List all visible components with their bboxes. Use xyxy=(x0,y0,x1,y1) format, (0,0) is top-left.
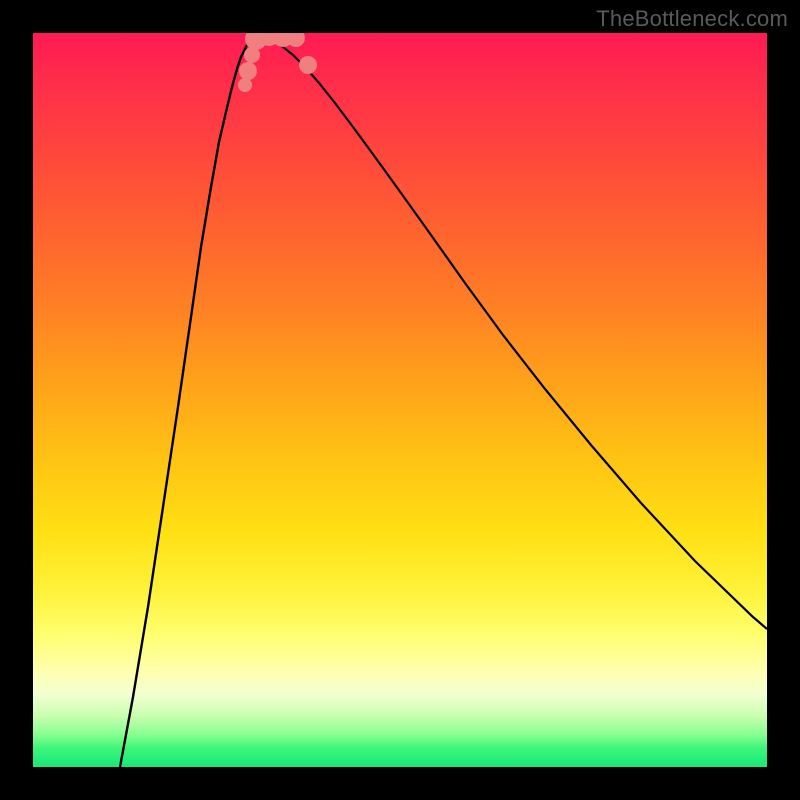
marker-dot xyxy=(238,78,252,92)
marker-dot xyxy=(299,56,317,74)
chart-frame: TheBottleneck.com xyxy=(0,0,800,800)
marker-group xyxy=(238,33,317,92)
left-branch-curve xyxy=(120,35,257,767)
curve-layer xyxy=(33,33,767,767)
right-branch-curve xyxy=(257,35,767,629)
watermark-text: TheBottleneck.com xyxy=(596,6,788,32)
plot-area xyxy=(33,33,767,767)
marker-dot xyxy=(239,62,257,80)
marker-dot xyxy=(287,33,305,47)
